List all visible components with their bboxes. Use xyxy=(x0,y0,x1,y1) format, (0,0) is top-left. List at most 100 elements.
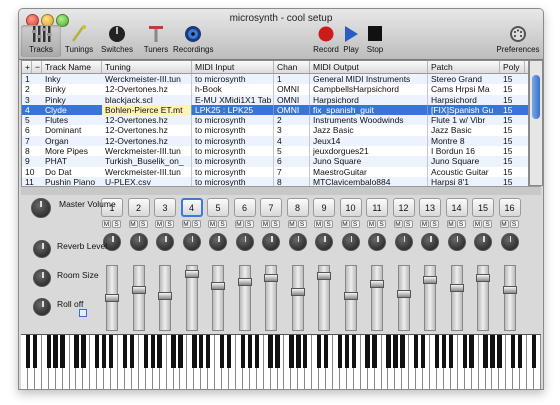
table-cell[interactable]: 15 xyxy=(500,74,525,84)
splitter-bar[interactable] xyxy=(21,186,541,195)
black-key[interactable] xyxy=(219,335,225,368)
table-cell[interactable]: Jazz Basic xyxy=(428,125,500,135)
table-cell[interactable]: to microsynth xyxy=(192,125,274,136)
black-key[interactable] xyxy=(289,335,294,368)
pan-knob[interactable] xyxy=(421,233,439,251)
table-cell[interactable]: Juno Square xyxy=(428,156,500,166)
table-cell[interactable]: OMNI xyxy=(274,84,310,95)
black-key[interactable] xyxy=(448,335,454,368)
table-cell[interactable]: 15 xyxy=(500,125,525,135)
table-cell[interactable]: Pinky xyxy=(42,95,102,105)
channel-button[interactable]: 2 xyxy=(127,198,150,217)
reverb-level-knob[interactable] xyxy=(33,240,51,258)
master-volume-knob[interactable] xyxy=(31,198,51,218)
table-row[interactable]: 5 Flutes 12-Overtones.hz to microsynth 2 Inst… xyxy=(22,115,528,126)
table-cell[interactable]: 15 xyxy=(500,95,525,105)
table-cell[interactable]: Dominant xyxy=(42,125,102,135)
channel-button[interactable]: 3 xyxy=(154,198,176,217)
table-cell[interactable]: LPK25 : LPK25 xyxy=(192,104,274,116)
table-cell[interactable]: Instruments Woodwinds xyxy=(310,115,428,126)
black-key[interactable] xyxy=(337,335,343,368)
black-key[interactable] xyxy=(178,335,183,368)
pan-knob[interactable] xyxy=(447,233,466,251)
volume-fader[interactable] xyxy=(184,265,199,331)
table-cell[interactable]: blackjack.scl xyxy=(102,94,192,105)
mute-button[interactable]: M xyxy=(287,220,297,228)
fader-handle[interactable] xyxy=(449,284,464,292)
pan-knob[interactable] xyxy=(262,233,280,251)
mute-button[interactable]: M xyxy=(499,220,509,228)
black-key[interactable] xyxy=(122,335,128,368)
table-cell[interactable]: Organ xyxy=(42,136,102,146)
black-key[interactable] xyxy=(344,335,350,368)
channel-button[interactable]: 12 xyxy=(392,198,415,217)
table-cell[interactable]: MaestroGuitar xyxy=(310,166,428,177)
table-cell[interactable]: Turkish_Buselik_on_ xyxy=(102,156,192,167)
table-cell[interactable]: Stereo Grand xyxy=(428,74,500,84)
black-key[interactable] xyxy=(81,335,86,368)
pan-knob[interactable] xyxy=(474,233,492,251)
black-key[interactable] xyxy=(268,335,273,368)
table-cell[interactable]: Montre 8 xyxy=(428,136,500,146)
column-header[interactable]: − xyxy=(32,61,42,73)
solo-button[interactable]: S xyxy=(218,220,227,228)
table-cell[interactable]: Jazz Basic xyxy=(310,125,428,136)
column-header[interactable]: MIDI Input xyxy=(192,61,274,73)
table-cell[interactable]: 2 xyxy=(274,115,310,126)
column-header[interactable]: Track Name xyxy=(42,61,102,73)
black-key[interactable] xyxy=(469,335,474,368)
table-row[interactable]: 9 PHAT Turkish_Buselik_on_ to microsynth 6 Ju… xyxy=(22,156,528,167)
fader-handle[interactable] xyxy=(158,292,172,300)
table-cell[interactable]: 6 xyxy=(274,156,310,167)
table-row[interactable]: 2 Binky 12-Overtones.hz h-Book OMNI Campbells… xyxy=(22,84,528,95)
black-key[interactable] xyxy=(400,335,405,368)
volume-fader[interactable] xyxy=(343,265,358,331)
toolbar-switches-button[interactable]: Switches xyxy=(97,25,137,57)
table-cell[interactable]: Harpsichord xyxy=(310,94,428,105)
table-cell[interactable]: OMNI xyxy=(274,94,310,105)
fader-handle[interactable] xyxy=(370,280,384,288)
table-cell[interactable]: 5 xyxy=(274,146,310,157)
table-cell[interactable]: to microsynth xyxy=(192,156,274,167)
table-row[interactable]: 3 Pinky blackjack.scl E-MU XMidi1X1 Tab OMNI… xyxy=(22,94,528,105)
channel-button[interactable]: 13 xyxy=(419,198,441,217)
solo-button[interactable]: S xyxy=(403,220,413,228)
table-cell[interactable]: Juno Square xyxy=(310,156,428,167)
table-row[interactable]: 1 Inky Werckmeister-III.tun to microsynth 1 G… xyxy=(22,74,528,85)
mute-button[interactable]: M xyxy=(340,220,350,228)
black-key[interactable] xyxy=(420,335,426,368)
pan-knob[interactable] xyxy=(368,233,386,251)
table-cell[interactable]: 12-Overtones.hz xyxy=(102,135,192,147)
table-cell[interactable]: 3 xyxy=(274,125,310,136)
pan-knob[interactable] xyxy=(288,233,307,251)
channel-button[interactable]: 15 xyxy=(472,198,494,217)
volume-fader[interactable] xyxy=(396,265,411,331)
solo-button[interactable]: S xyxy=(350,220,360,228)
black-key[interactable] xyxy=(95,335,100,368)
table-cell[interactable]: General MIDI Instruments xyxy=(310,74,428,85)
table-cell[interactable]: to microsynth xyxy=(192,74,274,85)
table-cell[interactable]: to microsynth xyxy=(192,135,274,147)
volume-fader[interactable] xyxy=(423,265,437,331)
fader-handle[interactable] xyxy=(343,292,358,300)
toolbar-recordings-button[interactable]: Recordings xyxy=(173,25,213,57)
table-row[interactable]: 7 Organ 12-Overtones.hz to microsynth 4 Jeux1… xyxy=(22,135,528,147)
table-cell[interactable]: Harpsichord xyxy=(428,95,500,105)
mute-button[interactable]: M xyxy=(367,220,376,228)
mute-button[interactable]: M xyxy=(393,220,403,228)
solo-button[interactable]: S xyxy=(138,220,148,228)
channel-button[interactable]: 6 xyxy=(233,198,256,217)
black-key[interactable] xyxy=(316,335,322,368)
black-key[interactable] xyxy=(108,335,114,368)
table-cell[interactable]: Clyde xyxy=(42,105,102,115)
fader-handle[interactable] xyxy=(423,276,437,284)
black-key[interactable] xyxy=(199,335,204,368)
channel-button[interactable]: 16 xyxy=(498,198,521,217)
volume-fader[interactable] xyxy=(131,265,146,331)
channel-button[interactable]: 11 xyxy=(366,198,388,217)
solo-button[interactable]: S xyxy=(430,220,439,228)
table-cell[interactable]: 15 xyxy=(500,136,525,146)
table-vertical-scrollbar[interactable] xyxy=(529,60,543,186)
table-cell[interactable]: 15 xyxy=(500,105,525,115)
black-key[interactable] xyxy=(206,335,211,368)
